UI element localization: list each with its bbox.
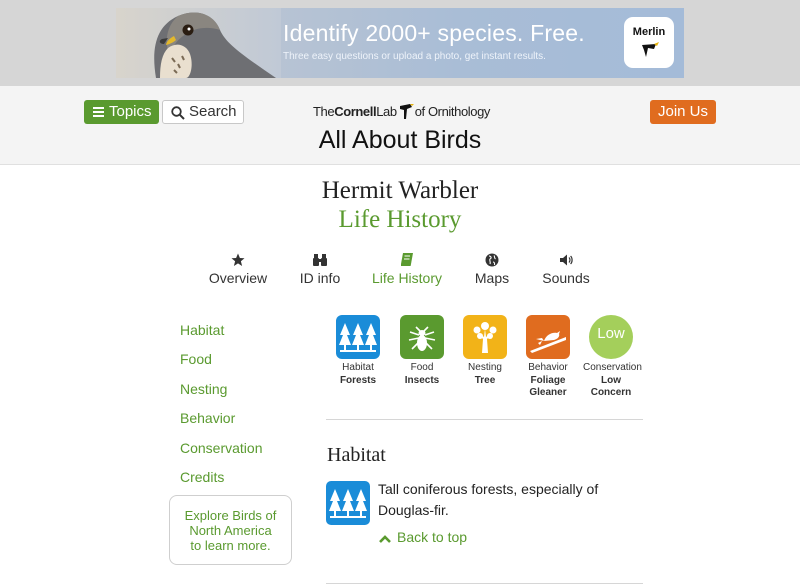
merlin-logo[interactable]: Merlin (624, 17, 674, 68)
logo-lab: Lab (376, 104, 397, 119)
sidebar-link-habitat[interactable]: Habitat (180, 322, 224, 338)
tile-nesting[interactable]: Nesting Tree (457, 315, 513, 387)
badge-text: Low (597, 325, 625, 342)
tile-value: Insects (404, 374, 440, 386)
explore-line: Explore Birds of (184, 508, 277, 523)
tile-value: Concern (590, 387, 632, 398)
divider (326, 583, 643, 584)
tile-value: Foliage (530, 374, 566, 386)
tile-caption: Behavior (528, 362, 568, 373)
sidebar-link-behavior[interactable]: Behavior (180, 410, 235, 426)
tab-label: ID info (299, 270, 341, 286)
habitat-heading: Habitat (327, 444, 386, 466)
tile-habitat[interactable]: Habitat Forests (330, 315, 386, 387)
insect-icon (400, 315, 444, 359)
tile-caption: Conservation (583, 362, 642, 373)
page-subtitle: Life History (338, 206, 462, 233)
menu-icon (93, 107, 104, 117)
sidebar-link-nesting[interactable]: Nesting (180, 381, 227, 397)
tab-id-info[interactable]: ID info (294, 252, 346, 288)
tile-food[interactable]: Food Insects (394, 315, 450, 387)
logo-ornithology: of Ornithology (414, 104, 491, 119)
tree-icon (463, 315, 507, 359)
tab-label: Overview (208, 270, 268, 286)
sidebar-link-conservation[interactable]: Conservation (180, 440, 263, 456)
low-concern-badge: Low (589, 315, 633, 359)
logo-cornell: Cornell (334, 104, 377, 119)
lab-bird-icon (399, 104, 414, 119)
ad-bar: Identify 2000+ species. Free. Three easy… (0, 0, 800, 86)
site-title[interactable]: All About Birds (0, 126, 800, 155)
falcon-photo (116, 8, 281, 78)
tab-maps[interactable]: Maps (470, 252, 514, 288)
join-us-button[interactable]: Join Us (650, 100, 716, 124)
cornell-lab-logo[interactable]: TheCornellLab of Ornithology (313, 102, 490, 122)
tab-sounds[interactable]: Sounds (540, 252, 592, 288)
speaker-icon (560, 254, 573, 266)
merlin-ad-banner[interactable]: Identify 2000+ species. Free. Three easy… (116, 8, 684, 78)
tile-conservation[interactable]: Low Conservation Low Concern (583, 315, 642, 400)
search-button[interactable]: Search (162, 100, 244, 124)
tile-caption: Habitat (342, 362, 374, 373)
star-icon (231, 253, 245, 266)
tile-caption: Nesting (468, 362, 502, 373)
topics-button[interactable]: Topics (84, 100, 159, 124)
bird-on-branch-icon (526, 315, 570, 359)
search-icon (171, 106, 185, 120)
forest-icon (336, 315, 380, 359)
tab-label: Life History (371, 270, 443, 286)
species-name: Hermit Warbler (321, 177, 479, 204)
merlin-bird-icon (642, 42, 659, 57)
forest-icon (326, 481, 370, 525)
explore-birds-box[interactable]: Explore Birds of North America to learn … (169, 495, 292, 565)
logo-the: The (313, 104, 335, 119)
sidebar-link-credits[interactable]: Credits (180, 469, 224, 485)
topics-label: Topics (109, 103, 152, 120)
search-label: Search (189, 103, 237, 120)
chevron-up-icon (379, 535, 391, 543)
globe-icon (485, 253, 499, 267)
tab-label: Sounds (542, 270, 590, 286)
ad-subline: Three easy questions or upload a photo, … (283, 51, 546, 62)
tab-label: Maps (474, 270, 510, 286)
tile-value: Low (601, 374, 621, 386)
tile-value: Gleaner (529, 387, 567, 398)
book-icon (401, 253, 413, 266)
explore-line: North America (189, 523, 272, 538)
tile-caption: Food (410, 362, 434, 373)
binoculars-icon (313, 254, 327, 266)
tab-life-history[interactable]: Life History (369, 252, 445, 288)
tile-value: Forests (339, 374, 377, 386)
divider (326, 419, 643, 420)
site-header: Topics Search TheCornellLab of Ornitholo… (0, 86, 800, 165)
explore-line: to learn more. (190, 538, 271, 553)
tile-behavior[interactable]: Behavior Foliage Gleaner (520, 315, 576, 400)
tile-value: Tree (474, 374, 496, 386)
back-to-top-link[interactable]: Back to top (379, 529, 467, 545)
habitat-description: Tall coniferous forests, especially of D… (378, 481, 599, 518)
back-to-top-label: Back to top (397, 529, 468, 545)
tab-overview[interactable]: Overview (205, 252, 271, 288)
ad-headline: Identify 2000+ species. Free. (283, 20, 585, 46)
sidebar-link-food[interactable]: Food (180, 351, 212, 367)
